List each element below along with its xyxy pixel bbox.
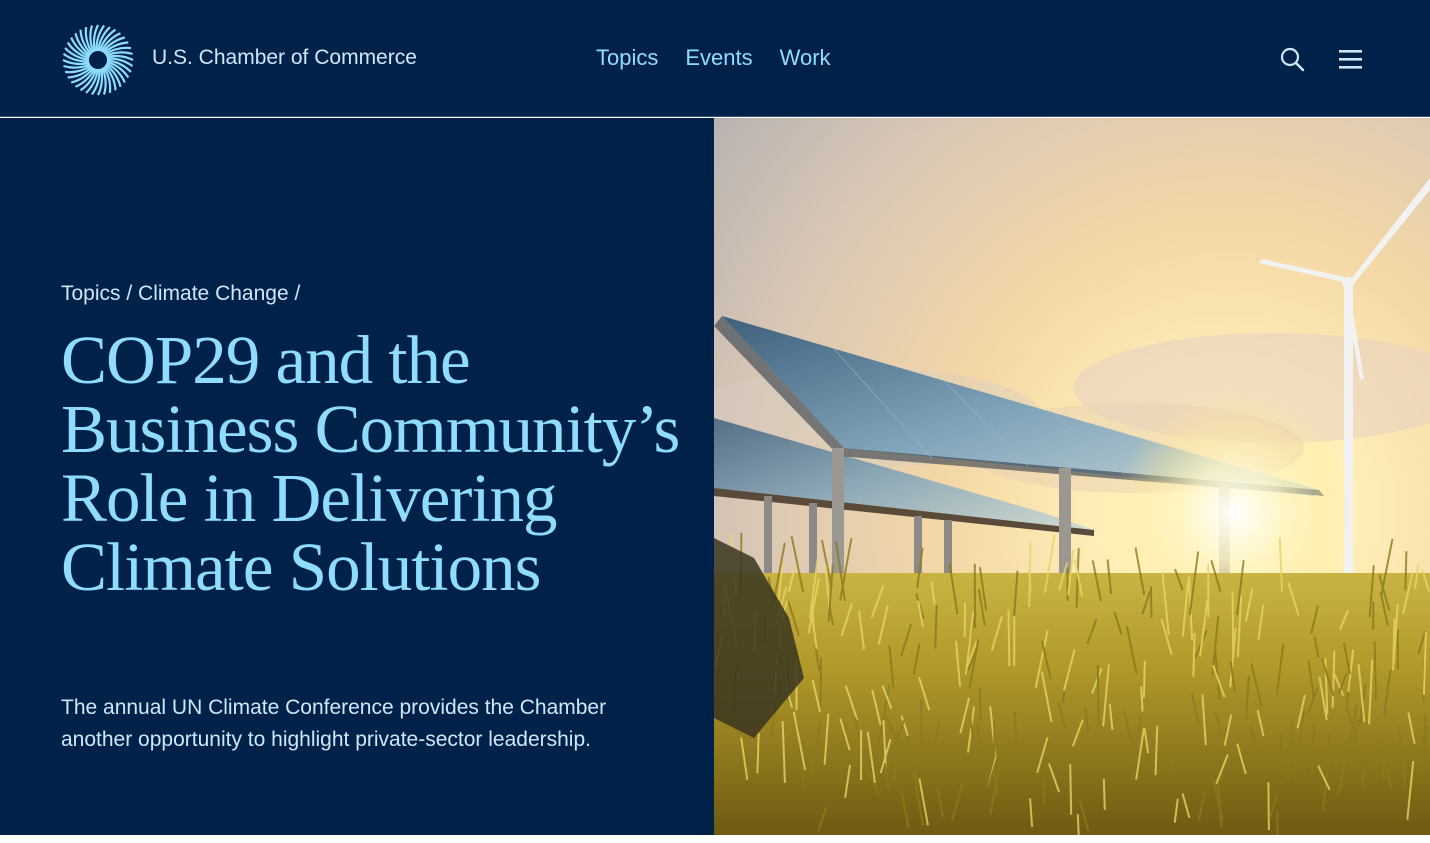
hero-image-solar-wind [714,118,1430,835]
starburst-logo-icon[interactable] [62,24,134,96]
breadcrumb-climate-change[interactable]: Climate Change [138,282,289,305]
breadcrumb-separator: / [288,282,301,305]
page-lede: The annual UN Climate Conference provide… [61,696,607,751]
breadcrumb: Topics / Climate Change / [61,282,300,306]
hamburger-menu-icon[interactable] [1338,46,1364,72]
site-header: U.S. Chamber of Commerce Topics Events W… [0,0,1430,117]
main-nav: Topics Events Work [596,45,831,71]
page-title: COP29 and the Business Community’s Role … [61,322,680,605]
page-bottom-strip [0,835,1430,843]
search-icon[interactable] [1279,46,1305,72]
breadcrumb-separator: / [120,282,139,305]
breadcrumb-topics[interactable]: Topics [61,282,121,305]
nav-topics[interactable]: Topics [596,45,658,71]
brand-name[interactable]: U.S. Chamber of Commerce [152,46,417,70]
solar-field-illustration [714,118,1430,835]
nav-work[interactable]: Work [780,45,831,71]
nav-events[interactable]: Events [685,45,752,71]
